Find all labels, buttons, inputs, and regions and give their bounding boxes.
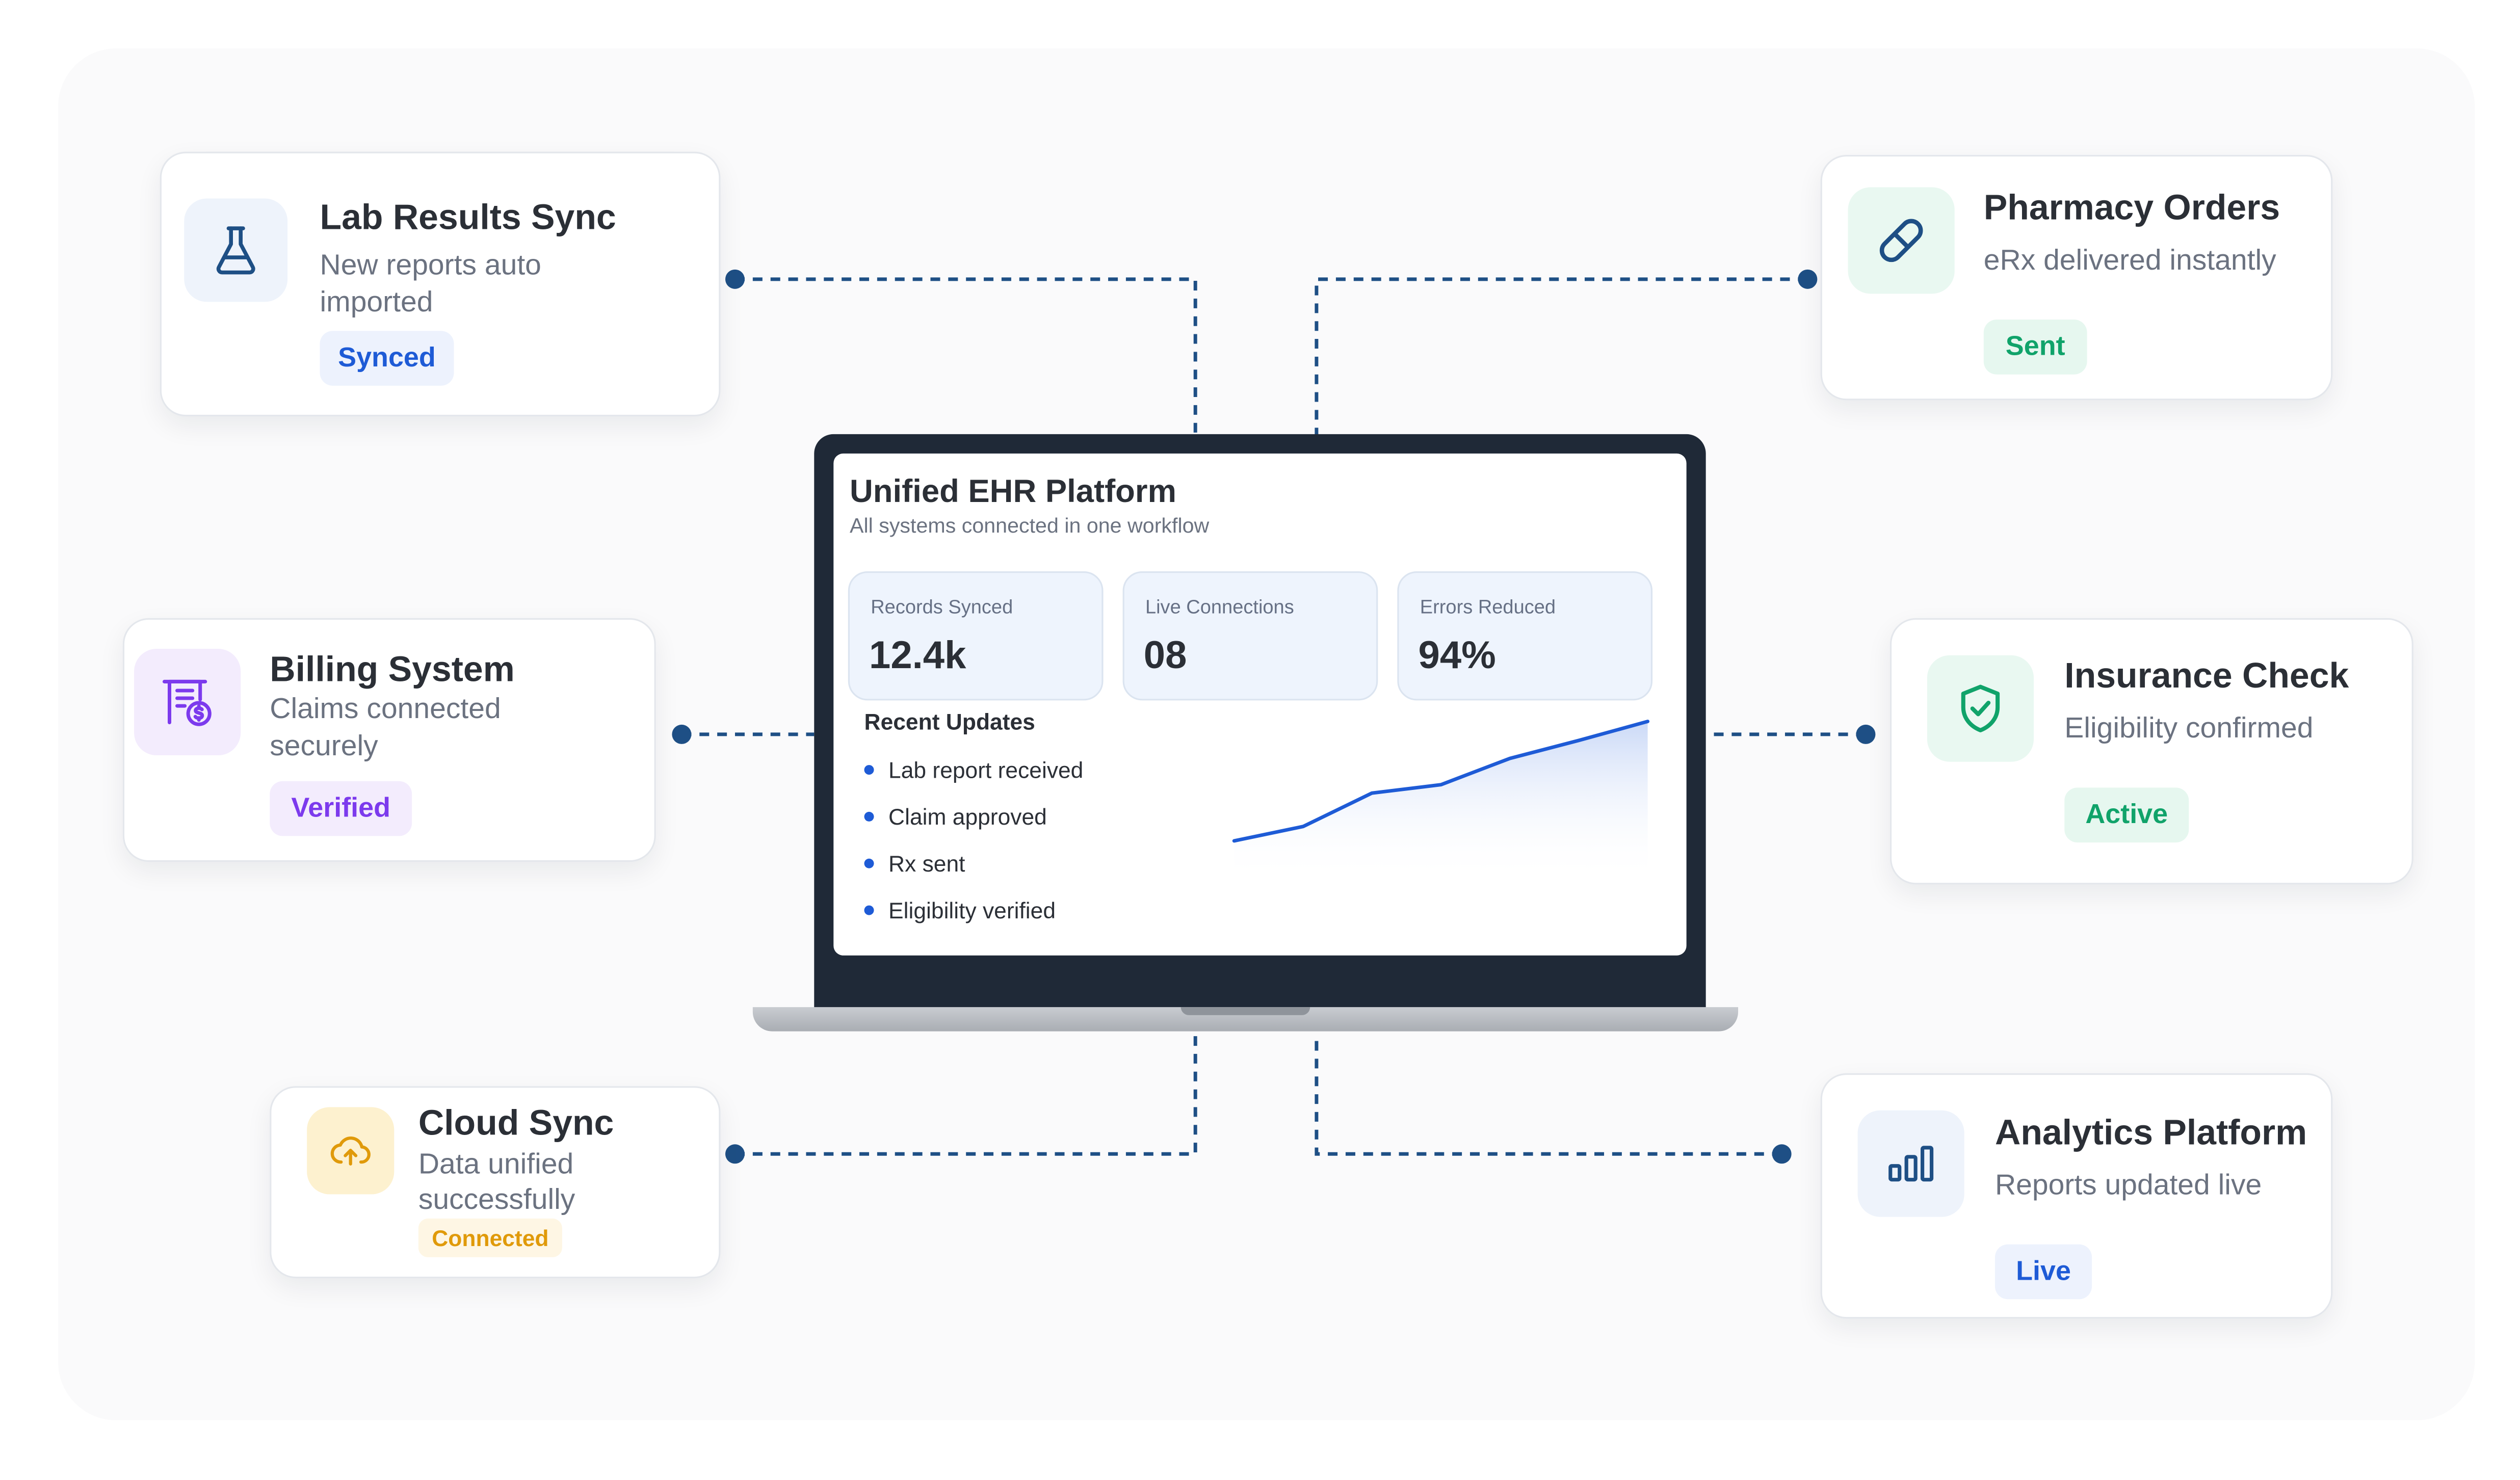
integration-diagram: Lab Results Sync New reports auto import… — [0, 0, 2520, 1480]
trend-area — [1234, 721, 1648, 880]
trend-sparkline — [1232, 720, 1650, 880]
